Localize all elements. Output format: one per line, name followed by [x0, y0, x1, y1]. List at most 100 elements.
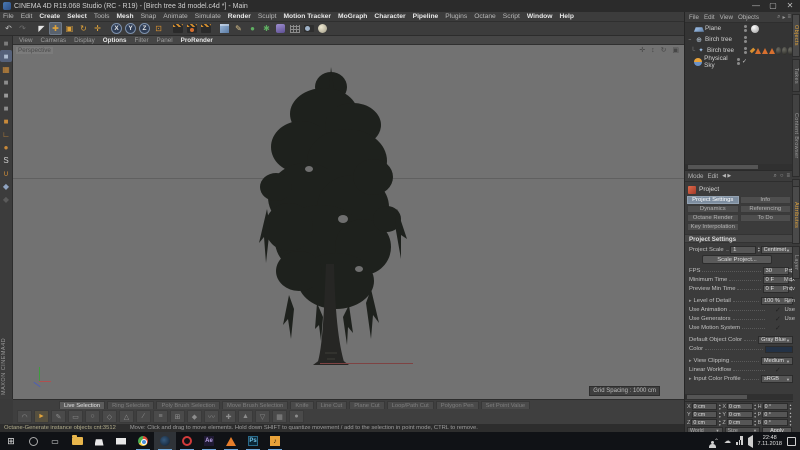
om-menu-icon-0[interactable]: ⌕ — [777, 14, 780, 21]
attr-tab-to-do[interactable]: To Do — [740, 214, 792, 222]
om-menu-file[interactable]: File — [689, 14, 699, 21]
menu-help[interactable]: Help — [559, 13, 574, 20]
visibility-dots[interactable] — [744, 25, 747, 32]
live-selection-tool-icon[interactable]: ► — [34, 410, 49, 423]
coord-value[interactable]: 0 cm — [692, 411, 718, 418]
viewport-menu-view[interactable]: View — [19, 37, 33, 44]
magnet-tool-icon[interactable]: ● — [289, 410, 304, 423]
attr-tab-key-interpolation[interactable]: Key Interpolation — [687, 223, 739, 231]
workplane-mode-icon[interactable]: ■ — [0, 76, 12, 88]
attr-header-icon-2[interactable]: ≡ — [786, 173, 790, 180]
viewport-filter-icon[interactable]: ● — [0, 141, 12, 153]
om-menu-objects[interactable]: Objects — [738, 14, 759, 21]
smooth-tool-icon[interactable]: ▽ — [255, 410, 270, 423]
camera-icon[interactable] — [302, 22, 315, 35]
stepper-icon[interactable]: ▲▼ — [718, 411, 721, 419]
om-menu-edit[interactable]: Edit — [704, 14, 715, 21]
stepper-icon[interactable]: ▲▼ — [789, 411, 792, 419]
volume-icon[interactable] — [748, 438, 753, 445]
spline-pen-icon[interactable]: ✎ — [232, 22, 245, 35]
object-row[interactable]: └✦Birch tree — [685, 45, 793, 56]
locked-grid-icon[interactable]: ◆ — [0, 193, 12, 205]
warning-icon[interactable] — [769, 48, 775, 54]
menu-file[interactable]: File — [3, 13, 14, 20]
attr-header-icon-0[interactable]: ⌕ — [773, 173, 776, 180]
viewport-menu-panel[interactable]: Panel — [157, 37, 173, 44]
visibility-dots[interactable] — [744, 47, 747, 54]
polygons-mode-icon[interactable]: ■ — [0, 115, 12, 127]
move-tool-icon[interactable]: ✚ — [49, 22, 62, 35]
nav-arrows[interactable]: ◀ ▶ — [722, 173, 731, 179]
stepper-icon[interactable]: ▲▼ — [789, 403, 792, 411]
rect-select-icon[interactable]: ▭ — [68, 410, 83, 423]
coord-value[interactable]: 0 ° — [762, 411, 788, 418]
panel-tab-attributes[interactable]: Attributes — [792, 186, 800, 244]
object-name[interactable]: Birch tree — [707, 47, 734, 54]
chrome-icon[interactable] — [132, 432, 154, 450]
attr-header-icon-1[interactable]: ○ — [780, 173, 784, 180]
mode-menu[interactable]: Mode — [688, 173, 703, 180]
checkbox-checked-icon[interactable]: ✓ — [767, 366, 793, 374]
snap-toggle-icon[interactable]: S — [0, 154, 12, 166]
object-name[interactable]: Plane — [705, 25, 721, 32]
slide-tool-icon[interactable]: ▲ — [238, 410, 253, 423]
viewport-menu-display[interactable]: Display — [74, 37, 95, 44]
bridge-tool-icon[interactable]: ≡ — [153, 410, 168, 423]
texture-mode-icon[interactable]: ▦ — [0, 63, 12, 75]
make-editable-icon[interactable]: ■ — [0, 37, 12, 49]
search-button[interactable] — [22, 432, 44, 450]
tweak-mode-icon[interactable]: ∟ — [0, 128, 12, 140]
add-cube-icon[interactable] — [218, 22, 231, 35]
panel-tab-layer[interactable]: Layer — [792, 246, 800, 279]
notes-icon[interactable]: ♪ — [264, 432, 286, 450]
stepper-icon[interactable]: ▲▼ — [789, 419, 792, 427]
om-menu-icon-2[interactable]: ≡ — [787, 14, 791, 21]
deformer-icon[interactable] — [274, 22, 287, 35]
file-explorer-icon[interactable] — [66, 432, 88, 450]
birch-tree-model[interactable] — [231, 59, 427, 371]
object-row[interactable]: Physical Sky✓ — [685, 56, 793, 67]
dock-tab-knife[interactable]: Knife — [290, 401, 313, 409]
panel-tab-takes[interactable]: Takes — [792, 59, 800, 92]
task-view-button[interactable]: ▭ — [44, 432, 66, 450]
magnet-icon[interactable]: ∪ — [0, 167, 12, 179]
stepper-icon[interactable]: ▲▼ — [718, 419, 721, 427]
viewport-menu-options[interactable]: Options — [103, 37, 127, 44]
stepper-icon[interactable]: ▲▼ — [718, 403, 721, 411]
dock-tab-set-point-value[interactable]: Set Point Value — [481, 401, 531, 409]
dock-tab-live-selection[interactable]: Live Selection — [59, 401, 105, 409]
rotate-tool-icon[interactable]: ↻ — [77, 22, 90, 35]
warning-icon[interactable] — [762, 48, 768, 54]
menu-simulate[interactable]: Simulate — [195, 13, 221, 20]
dock-tab-poly-brush-selection[interactable]: Poly Brush Selection — [156, 401, 220, 409]
floor-icon[interactable] — [288, 22, 301, 35]
om-menu-view[interactable]: View — [720, 14, 733, 21]
coord-value[interactable]: 0 cm — [692, 403, 718, 410]
stepper-icon[interactable]: ▲▼ — [754, 403, 757, 411]
weld-tool-icon[interactable]: ✚ — [221, 410, 236, 423]
last-tool-icon[interactable]: ✛ — [91, 22, 104, 35]
stepper-icon[interactable]: ▲▼ — [754, 411, 757, 419]
visibility-dots[interactable] — [737, 58, 740, 65]
om-menu-icon-1[interactable]: ▸ — [782, 14, 785, 21]
bevel-tool-icon[interactable]: ◆ — [187, 410, 202, 423]
mail-icon[interactable] — [110, 432, 132, 450]
model-mode-icon[interactable]: ■ — [0, 50, 12, 62]
object-row[interactable]: Plane — [685, 23, 793, 34]
light-icon[interactable] — [316, 22, 329, 35]
object-name[interactable]: Physical Sky — [704, 55, 735, 69]
viewport-menu-filter[interactable]: Filter — [135, 37, 149, 44]
z-axis-lock-icon[interactable]: Z — [138, 22, 151, 35]
attr-tab-referencing[interactable]: Referencing — [740, 205, 792, 213]
color-swatch[interactable] — [765, 346, 793, 353]
object-row[interactable]: −⊕Birch tree — [685, 34, 793, 45]
x-axis-lock-icon[interactable]: X — [110, 22, 123, 35]
panel-tab-content-browser[interactable]: Content Browser — [792, 94, 800, 177]
coord-value[interactable]: 0 cm — [727, 419, 753, 426]
menu-octane[interactable]: Octane — [474, 13, 496, 20]
arc-tool-icon[interactable]: ◠ — [17, 410, 32, 423]
active-app-icon[interactable] — [154, 432, 176, 450]
maximize-button[interactable]: ▢ — [766, 0, 780, 12]
menu-character[interactable]: Character — [374, 13, 405, 20]
dock-tab-line-cut[interactable]: Line Cut — [316, 401, 348, 409]
